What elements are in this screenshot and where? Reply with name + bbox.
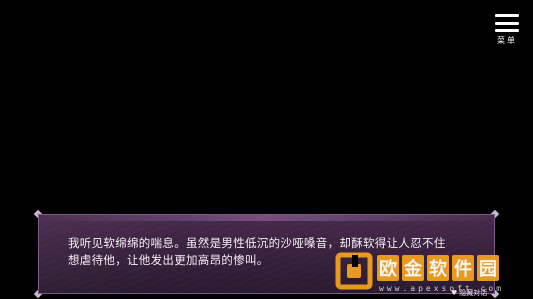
game-scene[interactable]: 菜单 我听见软绵绵的喘息。虽然是男性低沉的沙哑嗓音，却酥软得让人忍不住 想虐待他…	[0, 0, 533, 299]
watermark-char: 园	[477, 255, 499, 281]
menu-label: 菜单	[497, 36, 517, 45]
dialogue-box-highlight	[39, 215, 494, 221]
watermark-text: 欧 金 软 件 园	[377, 255, 499, 281]
hamburger-icon	[495, 14, 519, 32]
watermark-char: 软	[427, 255, 449, 281]
watermark-char: 金	[402, 255, 424, 281]
watermark-char: 欧	[377, 255, 399, 281]
hide-dialog-button[interactable]: ♥ 隐藏对话	[451, 288, 487, 298]
menu-button[interactable]: 菜单	[493, 14, 521, 48]
heart-icon: ♥	[451, 289, 458, 297]
hide-dialog-label: 隐藏对话	[459, 289, 488, 297]
watermark-char: 件	[452, 255, 474, 281]
watermark-logo-icon	[335, 252, 373, 290]
site-watermark: 欧 金 软 件 园 www.apexsoft.com	[333, 248, 533, 299]
